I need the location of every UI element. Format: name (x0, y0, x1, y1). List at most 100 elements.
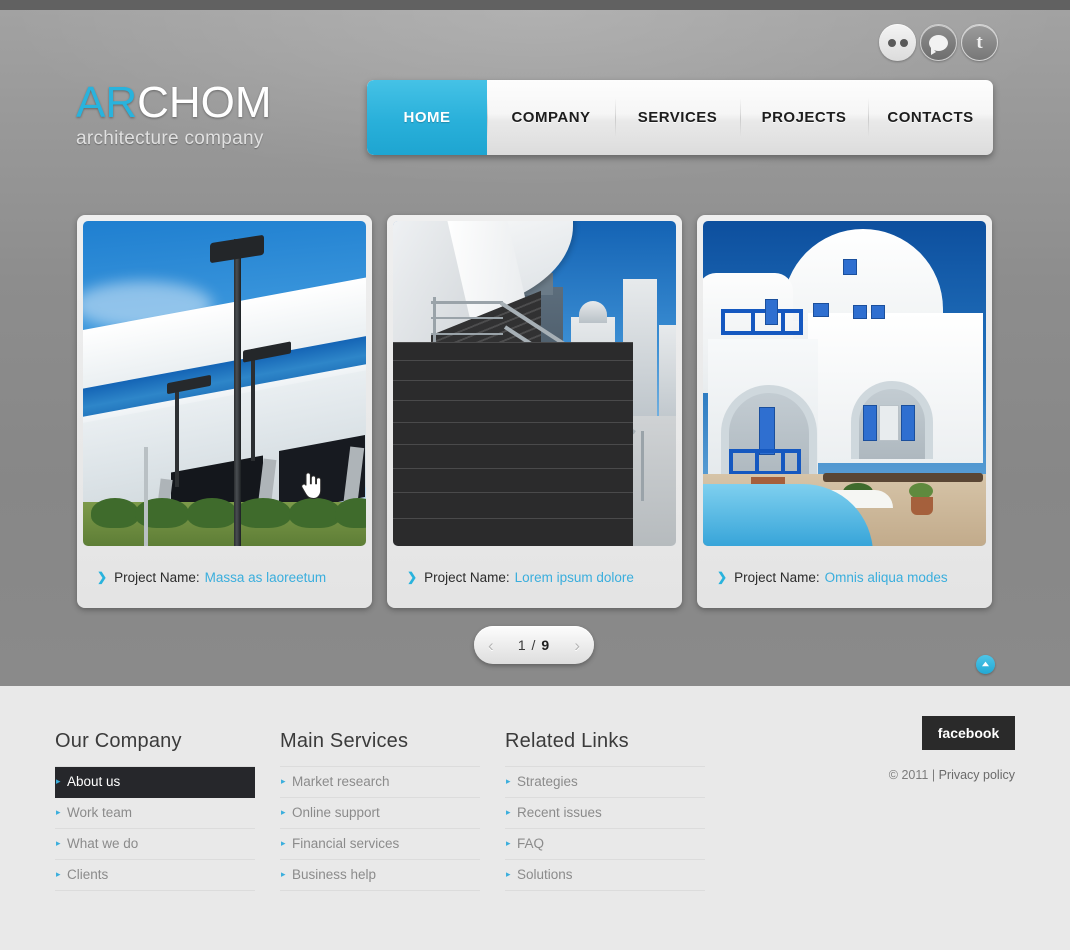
portfolio-card[interactable]: ❯ Project Name: Lorem ipsum dolore (387, 215, 682, 608)
bullet-arrow-icon: ▸ (281, 869, 286, 879)
bullet-arrow-icon: ▸ (506, 838, 511, 848)
footer-column-our-company: Our Company ▸ About us ▸ Work team ▸ Wha… (55, 730, 255, 891)
footer-link-label: Clients (67, 867, 109, 882)
footer-link-business-help[interactable]: ▸ Business help (280, 860, 480, 891)
back-to-top-button[interactable] (976, 655, 995, 674)
footer-link-what-we-do[interactable]: ▸ What we do (55, 829, 255, 860)
footer-link-work-team[interactable]: ▸ Work team (55, 798, 255, 829)
gallery-pager: ‹ 1 / 9 › (474, 626, 594, 664)
logo-tagline: architecture company (76, 128, 264, 149)
site-logo[interactable]: ARCHOM architecture company (76, 80, 272, 150)
logo-rest-text: CHOM (137, 78, 272, 127)
footer-column-main-services: Main Services ▸ Market research ▸ Online… (280, 730, 480, 891)
logo-text: ARCHOM (76, 80, 272, 126)
footer-link-label: About us (67, 774, 121, 789)
chevron-right-icon: ❯ (97, 570, 108, 584)
caption-prefix: Project Name: (114, 569, 200, 585)
footer-link-about-us[interactable]: ▸ About us (55, 766, 255, 798)
nav-item-company[interactable]: COMPANY (487, 80, 615, 155)
project-title[interactable]: Massa as laoreetum (205, 570, 327, 585)
site-footer: Our Company ▸ About us ▸ Work team ▸ Wha… (0, 686, 1070, 950)
nav-item-services[interactable]: SERVICES (615, 80, 740, 155)
chevron-right-icon: ❯ (407, 570, 418, 584)
footer-column-related-links: Related Links ▸ Strategies ▸ Recent issu… (505, 730, 705, 891)
portfolio-image[interactable] (393, 221, 676, 546)
portfolio-image[interactable] (703, 221, 986, 546)
caption-prefix: Project Name: (734, 569, 820, 585)
bullet-arrow-icon: ▸ (56, 776, 61, 786)
portfolio-caption: ❯ Project Name: Omnis aliqua modes (703, 546, 986, 608)
flickr-dot-right (899, 38, 908, 47)
villa-photo (703, 221, 986, 546)
footer-link-online-support[interactable]: ▸ Online support (280, 798, 480, 829)
footer-link-label: Work team (67, 805, 133, 820)
footer-link-label: What we do (67, 836, 139, 851)
portfolio-caption: ❯ Project Name: Lorem ipsum dolore (393, 546, 676, 608)
page-current: 1 (517, 637, 527, 653)
nav-item-home[interactable]: HOME (367, 80, 487, 155)
bullet-arrow-icon: ▸ (56, 869, 61, 879)
twitter-icon[interactable]: t (961, 24, 998, 61)
caption-prefix: Project Name: (424, 569, 510, 585)
flickr-dots (887, 38, 908, 47)
footer-link-label: Online support (292, 805, 380, 820)
main-navigation: HOME COMPANY SERVICES PROJECTS CONTACTS (367, 80, 993, 155)
footer-link-faq[interactable]: ▸ FAQ (505, 829, 705, 860)
flickr-icon[interactable] (879, 24, 916, 61)
footer-link-list: ▸ Strategies ▸ Recent issues ▸ FAQ ▸ Sol… (505, 766, 705, 891)
footer-link-label: Business help (292, 867, 377, 882)
speech-bubble-shape (929, 34, 948, 55)
footer-link-label: Recent issues (517, 805, 602, 820)
twitter-glyph: t (976, 31, 983, 53)
footer-link-financial-services[interactable]: ▸ Financial services (280, 829, 480, 860)
facebook-button[interactable]: facebook (922, 716, 1015, 750)
portfolio-card[interactable]: ❯ Project Name: Massa as laoreetum (77, 215, 372, 608)
copyright-text: © 2011 | (888, 768, 936, 782)
top-bar (0, 0, 1070, 10)
arrow-up-icon (982, 661, 989, 667)
copyright-line: © 2011 | Privacy policy (825, 768, 1015, 782)
chevron-right-icon: ❯ (717, 570, 728, 584)
footer-link-label: Solutions (517, 867, 573, 882)
portfolio-gallery: ❯ Project Name: Massa as laoreetum ❯ Pro… (77, 215, 993, 608)
footer-right-block: facebook © 2011 | Privacy policy (825, 716, 1015, 782)
prev-arrow-icon[interactable]: ‹ (488, 637, 494, 654)
footer-link-clients[interactable]: ▸ Clients (55, 860, 255, 891)
footer-link-solutions[interactable]: ▸ Solutions (505, 860, 705, 891)
portfolio-card[interactable]: ❯ Project Name: Omnis aliqua modes (697, 215, 992, 608)
portfolio-caption: ❯ Project Name: Massa as laoreetum (83, 546, 366, 608)
footer-link-list: ▸ Market research ▸ Online support ▸ Fin… (280, 766, 480, 891)
footer-column-title: Our Company (55, 730, 182, 752)
bullet-arrow-icon: ▸ (506, 776, 511, 786)
footer-link-list: ▸ About us ▸ Work team ▸ What we do ▸ Cl… (55, 766, 255, 891)
flickr-dot-left (887, 38, 896, 47)
project-title[interactable]: Lorem ipsum dolore (515, 570, 634, 585)
chat-icon[interactable] (920, 24, 957, 61)
footer-link-label: Strategies (517, 774, 578, 789)
nav-item-contacts[interactable]: CONTACTS (868, 80, 993, 155)
logo-accent-text: AR (76, 78, 138, 127)
project-title[interactable]: Omnis aliqua modes (825, 570, 948, 585)
bullet-arrow-icon: ▸ (56, 807, 61, 817)
bullet-arrow-icon: ▸ (56, 838, 61, 848)
bullet-arrow-icon: ▸ (281, 807, 286, 817)
footer-column-title: Related Links (505, 730, 629, 752)
footer-link-strategies[interactable]: ▸ Strategies (505, 766, 705, 798)
next-arrow-icon[interactable]: › (574, 637, 580, 654)
footer-link-market-research[interactable]: ▸ Market research (280, 766, 480, 798)
footer-link-recent-issues[interactable]: ▸ Recent issues (505, 798, 705, 829)
footer-link-label: Market research (292, 774, 390, 789)
footer-link-label: FAQ (517, 836, 545, 851)
page-counter: 1 / 9 (518, 637, 550, 653)
page-separator: / (531, 637, 537, 653)
nav-item-projects[interactable]: PROJECTS (740, 80, 868, 155)
social-links: t (879, 24, 998, 61)
footer-link-label: Financial services (292, 836, 400, 851)
bullet-arrow-icon: ▸ (506, 869, 511, 879)
page-total: 9 (541, 637, 551, 653)
footer-column-title: Main Services (280, 730, 409, 752)
stairs-photo (393, 221, 676, 546)
portfolio-image[interactable] (83, 221, 366, 546)
office-building-photo (83, 221, 366, 546)
privacy-policy-link[interactable]: Privacy policy (939, 768, 1015, 782)
